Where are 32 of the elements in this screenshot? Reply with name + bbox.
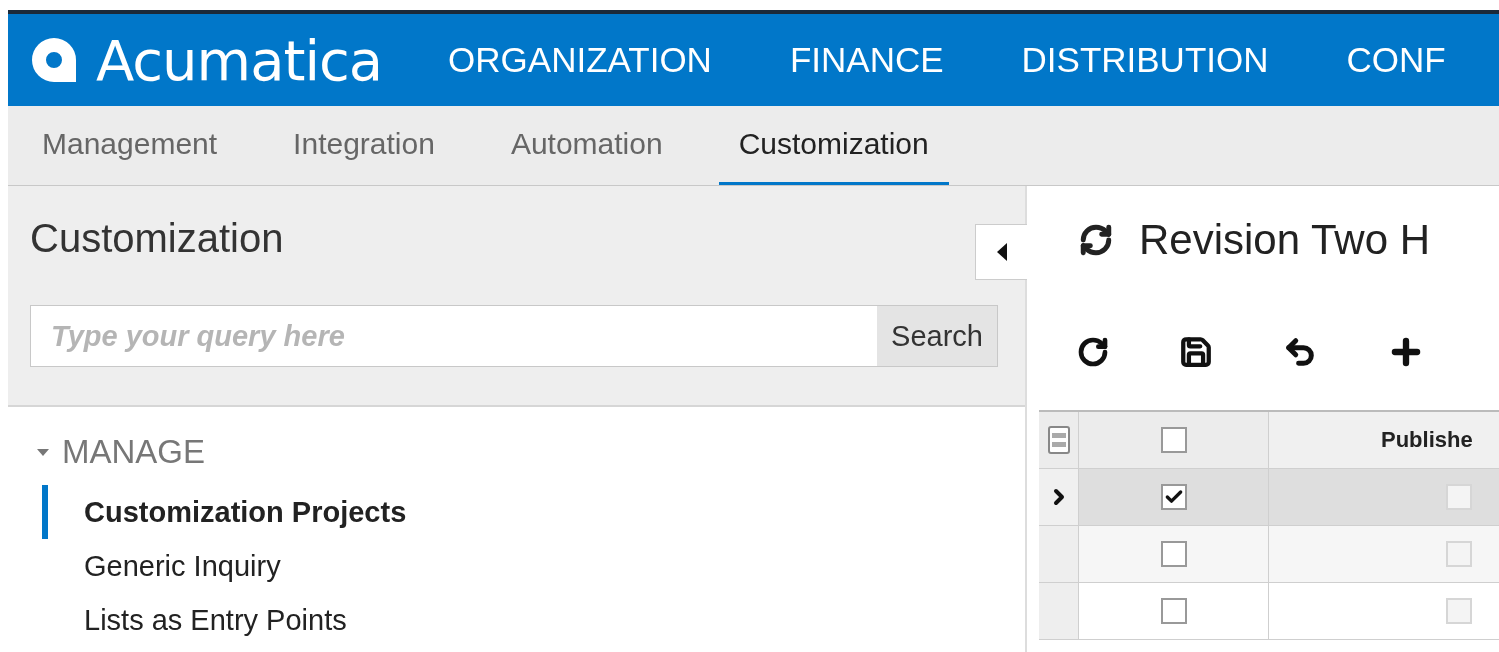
sidebar-item[interactable]: Generic Inquiry <box>42 539 281 593</box>
columns-icon <box>1046 425 1071 455</box>
nav-link[interactable]: DISTRIBUTION <box>1021 40 1269 80</box>
tab[interactable]: Automation <box>490 106 683 185</box>
tab[interactable]: Integration <box>273 106 455 185</box>
tab[interactable]: Management <box>22 106 238 185</box>
sidebar-item[interactable]: Customization Projects <box>42 485 407 539</box>
undo-button[interactable] <box>1283 335 1317 369</box>
row-indicator-cell[interactable] <box>1039 469 1079 526</box>
refresh-icon[interactable] <box>1079 223 1113 257</box>
save-button[interactable] <box>1179 335 1213 369</box>
logo-text: Acumatica <box>96 27 383 93</box>
grid-corner-cell[interactable] <box>1039 412 1079 469</box>
search-field[interactable]: Type your query here Search <box>30 305 998 367</box>
logo-icon <box>30 36 78 84</box>
nav-link[interactable]: CONF <box>1346 40 1446 80</box>
row-indicator-cell[interactable] <box>1039 583 1079 640</box>
nav-link[interactable]: FINANCE <box>789 40 944 80</box>
checkbox[interactable] <box>1160 427 1187 453</box>
checkbox[interactable] <box>1160 541 1187 567</box>
collapse-button[interactable] <box>975 224 1027 280</box>
checkbox[interactable] <box>1160 484 1187 510</box>
search-button[interactable]: Search <box>877 306 997 366</box>
group-header[interactable]: MANAGE <box>36 433 206 471</box>
row-indicator-cell[interactable] <box>1039 526 1079 583</box>
column-header[interactable]: Publishe <box>1269 412 1499 469</box>
nav-link[interactable]: ORGANIZATION <box>448 40 712 80</box>
form-title: Revision Two H <box>1139 216 1430 264</box>
checkbox[interactable] <box>1160 598 1187 624</box>
sidebar-item[interactable]: Lists as Entry Points <box>42 593 347 647</box>
reload-button[interactable] <box>1077 336 1109 368</box>
sidebar-title: Customization <box>30 216 284 261</box>
